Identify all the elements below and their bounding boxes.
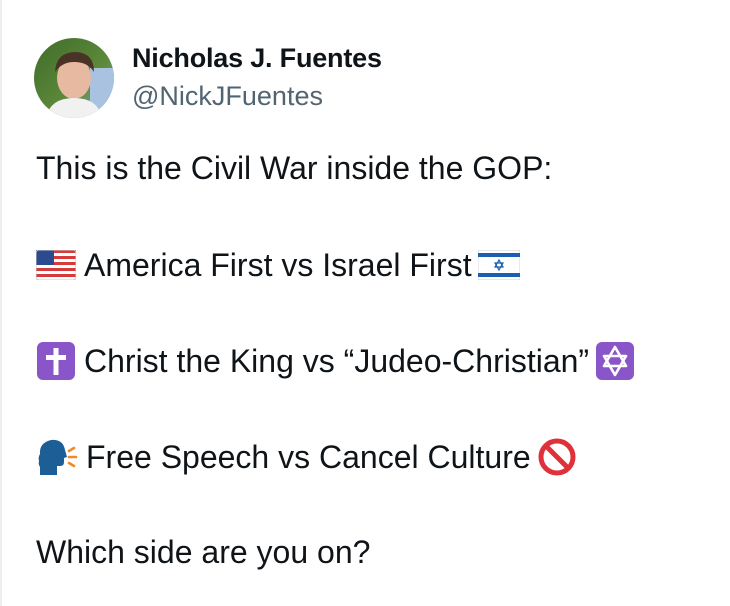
closing-text: Which side are you on?: [36, 534, 371, 570]
item-text: America First vs Israel First: [84, 247, 472, 283]
avatar[interactable]: [34, 38, 114, 118]
us-flag-icon: [36, 250, 76, 280]
speaking-head-icon: [36, 437, 78, 477]
prohibited-icon: [537, 437, 577, 477]
user-handle[interactable]: @NickJFuentes: [132, 79, 382, 113]
israel-flag-icon: [477, 250, 520, 280]
star-of-david-icon: [595, 341, 635, 381]
latin-cross-icon: [36, 341, 76, 381]
intro-line: This is the Civil War inside the GOP:: [36, 148, 552, 188]
intro-text: This is the Civil War inside the GOP:: [36, 150, 553, 186]
display-name[interactable]: Nicholas J. Fuentes: [132, 41, 382, 75]
left-border: [0, 0, 2, 606]
item-text: Christ the King vs “Judeo-Christian”: [84, 343, 590, 379]
list-item: Free Speech vs Cancel Culture: [36, 437, 577, 477]
list-item: Christ the King vs “Judeo-Christian”: [36, 341, 635, 381]
list-item: America First vs Israel First: [36, 245, 520, 285]
tweet-card: Nicholas J. Fuentes @NickJFuentes This i…: [0, 0, 730, 606]
item-text: Free Speech vs Cancel Culture: [86, 439, 531, 475]
closing-line: Which side are you on?: [36, 532, 370, 572]
tweet-header: Nicholas J. Fuentes @NickJFuentes: [34, 38, 382, 118]
